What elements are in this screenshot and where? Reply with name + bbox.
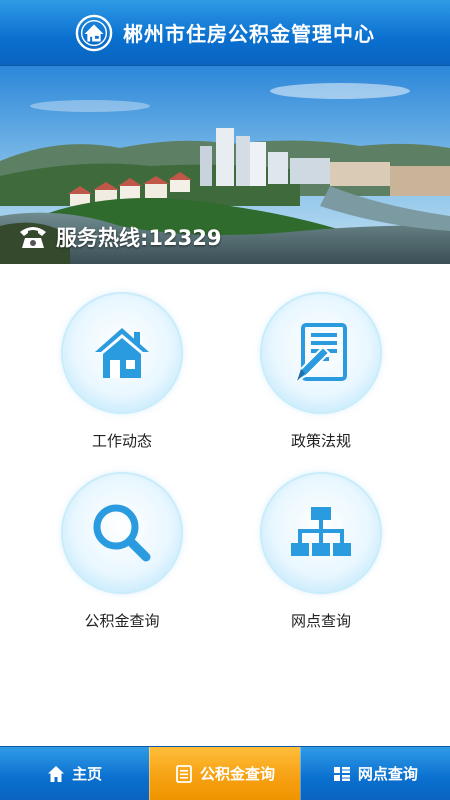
- document-pen-icon: [295, 323, 347, 384]
- menu-label: 网点查询: [290, 612, 351, 630]
- menu-label: 公积金查询: [84, 612, 160, 630]
- hotline-text: 服务热线:12329: [56, 226, 222, 250]
- org-chart-icon: [291, 507, 351, 556]
- menu-label: 工作动态: [91, 432, 152, 450]
- city-banner-image: 服务热线:12329: [0, 66, 450, 264]
- menu-label: 政策法规: [290, 432, 351, 450]
- search-icon: [93, 504, 151, 562]
- nav-fund-query[interactable]: 公积金查询: [149, 747, 300, 800]
- home-icon: [48, 765, 65, 782]
- menu-icon-circle: [63, 474, 181, 592]
- nav-branch-query[interactable]: 网点查询: [299, 747, 450, 800]
- menu-grid: 工作动态 政策法规 公积金查询 网点查询: [0, 264, 450, 744]
- app-header: 郴州市住房公积金管理中心: [0, 0, 450, 66]
- menu-policy[interactable]: 政策法规: [241, 294, 401, 464]
- house-icon: [95, 328, 149, 378]
- page-title: 郴州市住房公积金管理中心: [123, 22, 375, 46]
- menu-icon-circle: [262, 294, 380, 412]
- grid-list-icon: [333, 766, 350, 781]
- nav-label: 网点查询: [357, 765, 418, 783]
- nav-home[interactable]: 主页: [0, 747, 149, 800]
- nav-label: 公积金查询: [199, 765, 275, 783]
- menu-icon-circle: [262, 474, 380, 592]
- menu-branch-query[interactable]: 网点查询: [241, 474, 401, 644]
- menu-icon-circle: [63, 294, 181, 412]
- bottom-nav: 主页 公积金查询 网点查询: [0, 746, 450, 800]
- menu-fund-query[interactable]: 公积金查询: [42, 474, 202, 644]
- menu-work-news[interactable]: 工作动态: [42, 294, 202, 464]
- hotline[interactable]: 服务热线:12329: [18, 222, 221, 252]
- list-icon: [176, 764, 192, 783]
- house-shield-logo-icon: [75, 14, 113, 51]
- nav-label: 主页: [72, 765, 103, 783]
- phone-icon: [20, 227, 46, 248]
